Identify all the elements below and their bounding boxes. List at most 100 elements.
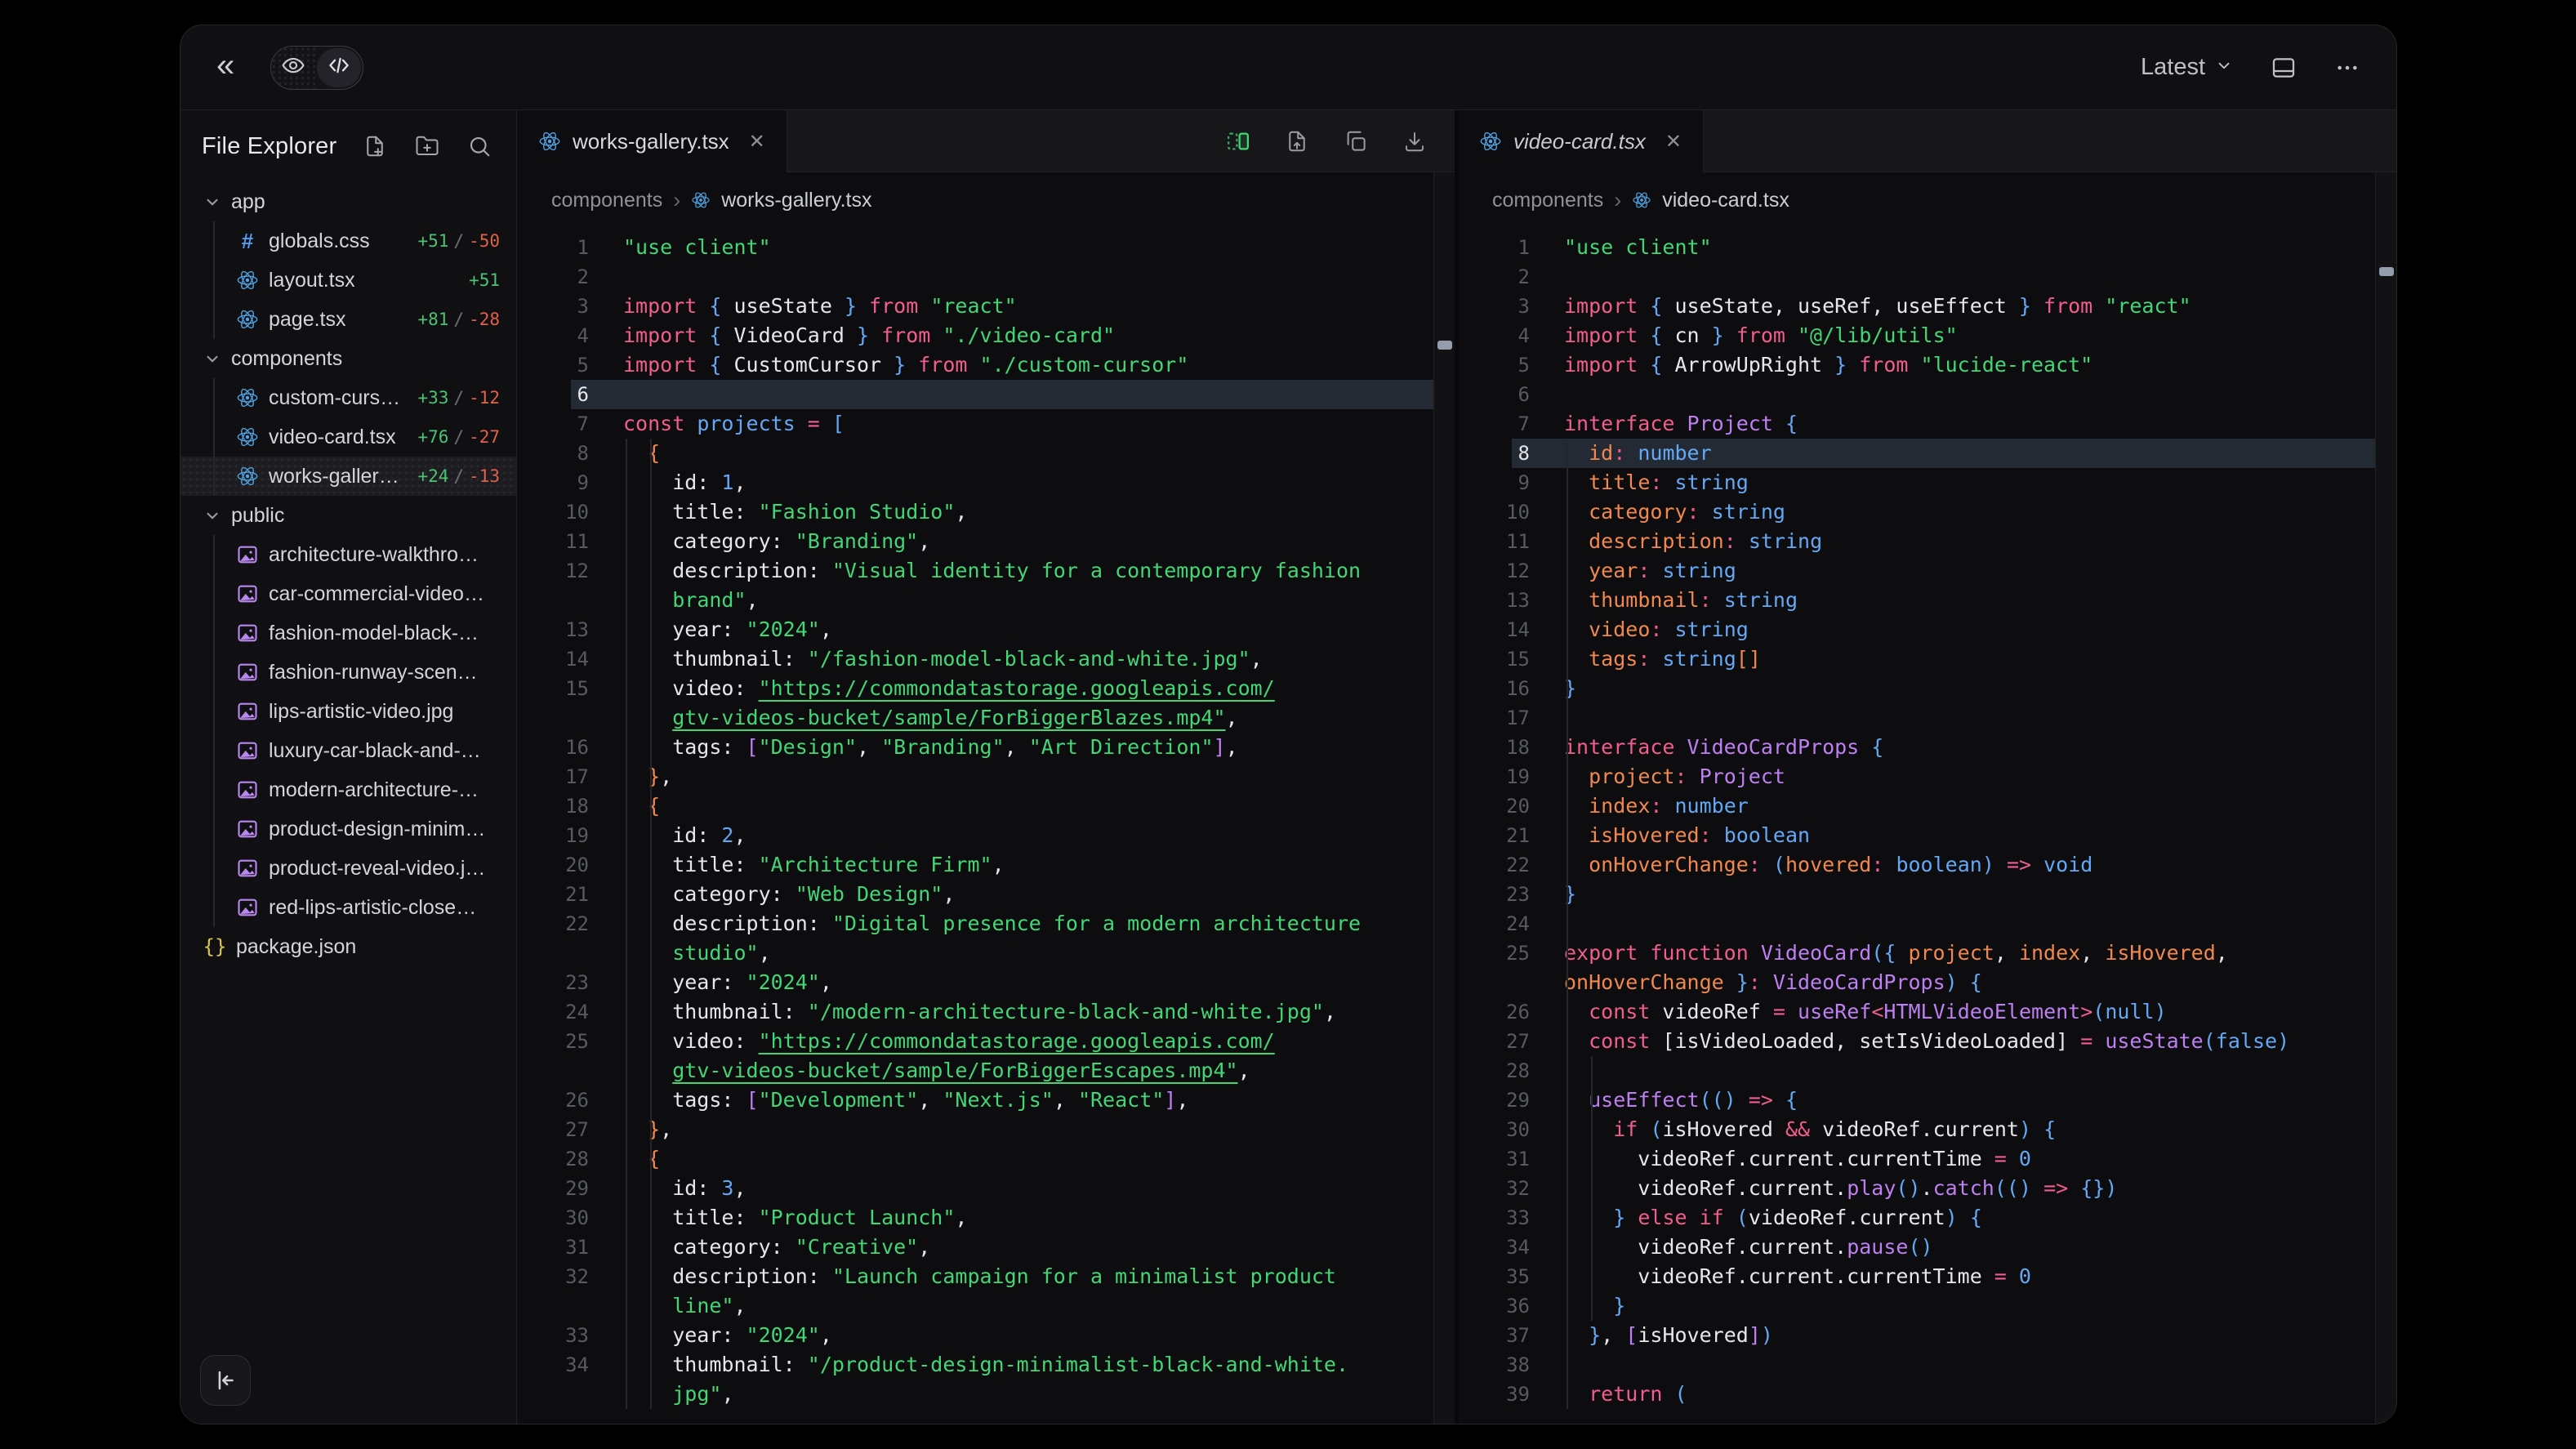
code-line: 8 id: number (1458, 439, 2396, 468)
tree-item-red-lips-artistic-close-[interactable]: red-lips-artistic-close… (180, 888, 516, 927)
line-number: 8 (517, 439, 589, 468)
image-file-icon (234, 739, 261, 762)
line-number: 10 (517, 497, 589, 527)
file-export-icon[interactable] (1285, 129, 1309, 154)
version-dropdown[interactable]: Latest (2141, 54, 2233, 81)
react-file-icon (234, 426, 261, 448)
code-toggle-button[interactable] (317, 48, 361, 87)
code-line: 33 } else if (videoRef.current) { (1458, 1203, 2396, 1233)
code-line: 15 video: "https://commondatastorage.goo… (517, 674, 1455, 703)
diff-stats: +76/-27 (411, 427, 500, 447)
tree-folder-components[interactable]: components (180, 339, 516, 378)
line-number: 23 (1458, 880, 1530, 909)
breadcrumb-file[interactable]: works-gallery.tsx (721, 189, 871, 212)
diff-stats: +24/-13 (411, 466, 500, 486)
tree-item-product-reveal-video.j-[interactable]: product-reveal-video.j… (180, 849, 516, 888)
breadcrumb: components › works-gallery.tsx (517, 172, 1455, 228)
code-line: 6 (1458, 380, 2396, 409)
breadcrumb-folder[interactable]: components (1492, 189, 1603, 212)
breadcrumb-file[interactable]: video-card.tsx (1662, 189, 1789, 212)
tabbar-right: video-card.tsx ✕ (1458, 110, 2396, 172)
scrollbar-thumb[interactable] (2379, 267, 2394, 276)
indent-guide (626, 439, 627, 1409)
line-number: 15 (517, 674, 589, 703)
panel-bottom-icon[interactable] (2271, 55, 2297, 81)
chevron-right-icon: › (1614, 188, 1621, 213)
code-editor-video-card[interactable]: 1"use client"23import { useState, useRef… (1458, 228, 2396, 1424)
code-line: 31 category: "Creative", (517, 1233, 1455, 1262)
code-line: 22 description: "Digital presence for a … (517, 909, 1455, 939)
code-line: 1"use client" (517, 233, 1455, 262)
code-line: 34 thumbnail: "/product-design-minimalis… (517, 1350, 1455, 1380)
search-icon[interactable] (467, 134, 492, 158)
tree-item-modern-architecture-[interactable]: modern-architecture-… (180, 770, 516, 809)
tree-folder-public[interactable]: public (180, 496, 516, 535)
ellipsis-icon[interactable] (2334, 55, 2360, 81)
code-line: brand", (517, 586, 1455, 615)
code-line: 29 useEffect(() => { (1458, 1086, 2396, 1115)
tree-folder-app[interactable]: app (180, 182, 516, 221)
code-line: 5import { CustomCursor } from "./custom-… (517, 350, 1455, 380)
tree-item-car-commercial-video-[interactable]: car-commercial-video… (180, 574, 516, 613)
code-line: 39 return ( (1458, 1380, 2396, 1409)
tree-item-works-galler-[interactable]: works-galler…+24/-13 (180, 457, 516, 496)
new-folder-icon[interactable] (415, 134, 439, 158)
scrollbar-thumb[interactable] (1437, 341, 1452, 350)
line-number: 21 (1458, 821, 1530, 850)
tree-item-globals.css[interactable]: #globals.css+51/-50 (180, 221, 516, 261)
tree-item-lips-artistic-video.jpg[interactable]: lips-artistic-video.jpg (180, 692, 516, 731)
tree-item-fashion-runway-scen-[interactable]: fashion-runway-scen… (180, 653, 516, 692)
copy-icon[interactable] (1344, 129, 1368, 154)
code-line: 12 year: string (1458, 556, 2396, 586)
tab-works-gallery[interactable]: works-gallery.tsx ✕ (517, 110, 787, 172)
tree-item-product-design-minim-[interactable]: product-design-minim… (180, 809, 516, 849)
css-file-icon: # (234, 229, 261, 254)
file-name: fashion-runway-scen… (269, 661, 478, 684)
code-line: 11 category: "Branding", (517, 527, 1455, 556)
tree-item-fashion-model-black-[interactable]: fashion-model-black-… (180, 613, 516, 653)
line-number: 35 (1458, 1262, 1530, 1291)
panel-left-close-icon[interactable] (200, 1355, 251, 1406)
tree-item-luxury-car-black-and-[interactable]: luxury-car-black-and-… (180, 731, 516, 770)
tab-video-card[interactable]: video-card.tsx ✕ (1458, 110, 1704, 172)
tree-item-architecture-walkthro-[interactable]: architecture-walkthro… (180, 535, 516, 574)
tab-label: works-gallery.tsx (573, 129, 729, 154)
new-file-icon[interactable] (363, 134, 387, 158)
tree-item-layout.tsx[interactable]: layout.tsx+51 (180, 261, 516, 300)
preview-toggle-button[interactable] (271, 47, 315, 89)
line-number: 30 (1458, 1115, 1530, 1144)
eye-icon (281, 53, 305, 82)
tree-item-page.tsx[interactable]: page.tsx+81/-28 (180, 300, 516, 339)
line-number: 9 (517, 468, 589, 497)
indent-guide (1591, 1056, 1593, 1321)
close-icon[interactable]: ✕ (1665, 130, 1682, 154)
view-toggle (270, 46, 363, 90)
breadcrumb-folder[interactable]: components (551, 189, 662, 212)
tree-item-package.json[interactable]: {}package.json (180, 927, 516, 966)
app-window: « Latest (180, 25, 2397, 1424)
split-view-icon[interactable] (1226, 129, 1250, 154)
download-icon[interactable] (1402, 129, 1427, 154)
line-number: 9 (1458, 468, 1530, 497)
line-number: 2 (1458, 262, 1530, 292)
image-file-icon (234, 543, 261, 566)
code-line: 2 (517, 262, 1455, 292)
chevrons-left-icon[interactable]: « (216, 49, 234, 82)
code-line: 29 id: 3, (517, 1174, 1455, 1203)
tree-item-video-card.tsx[interactable]: video-card.tsx+76/-27 (180, 417, 516, 457)
line-number: 20 (1458, 791, 1530, 821)
code-line: 17 }, (517, 762, 1455, 791)
line-number: 3 (517, 292, 589, 321)
chevron-down-icon (202, 191, 223, 212)
image-file-icon (234, 622, 261, 644)
code-line: 32 description: "Launch campaign for a m… (517, 1262, 1455, 1291)
close-icon[interactable]: ✕ (749, 130, 765, 154)
code-line: 9 id: 1, (517, 468, 1455, 497)
file-name: fashion-model-black-… (269, 622, 479, 645)
line-number: 28 (1458, 1056, 1530, 1086)
code-editor-works-gallery[interactable]: 1"use client"23import { useState } from … (517, 228, 1455, 1424)
code-line: 18interface VideoCardProps { (1458, 733, 2396, 762)
code-line: 23 year: "2024", (517, 968, 1455, 997)
tree-item-custom-curs-[interactable]: custom-curs…+33/-12 (180, 378, 516, 417)
line-number: 19 (1458, 762, 1530, 791)
